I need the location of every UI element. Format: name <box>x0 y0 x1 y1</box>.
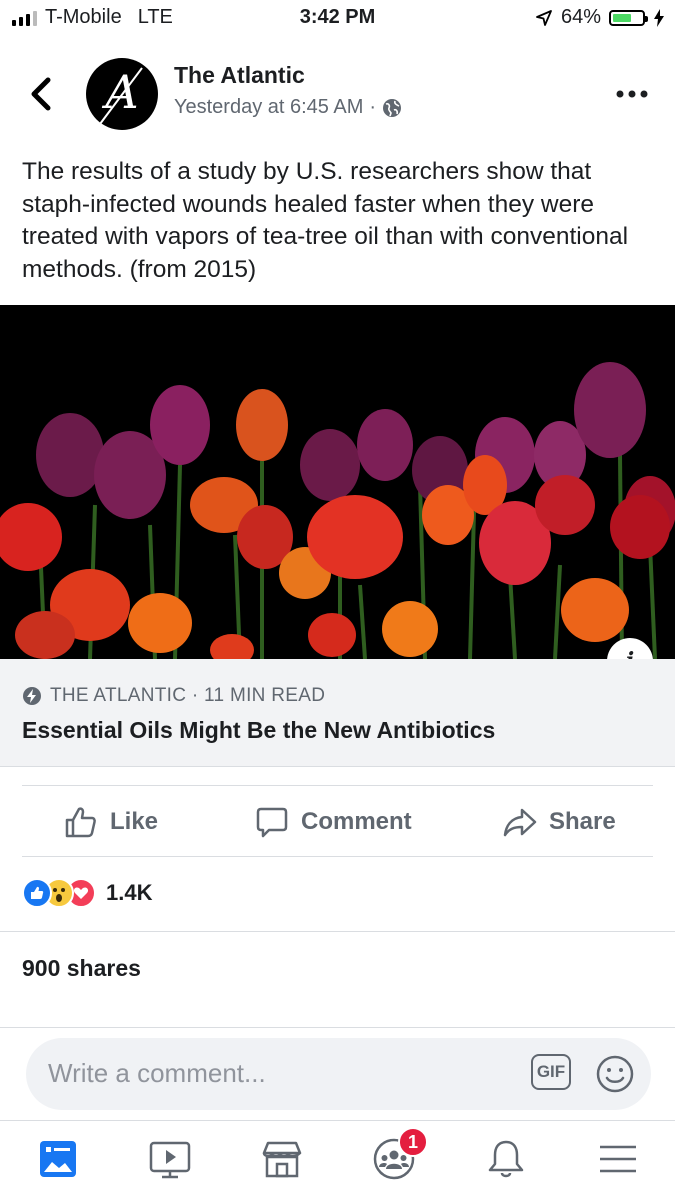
news-feed-icon <box>40 1141 76 1177</box>
menu-icon <box>600 1145 636 1173</box>
thumbs-up-icon <box>65 807 96 838</box>
like-button[interactable]: Like <box>64 800 158 844</box>
groups-notification-badge: 1 <box>398 1127 428 1157</box>
comment-bubble-icon <box>256 807 288 838</box>
instant-article-bolt-icon <box>23 687 41 705</box>
marketplace-icon <box>262 1141 302 1178</box>
tulips-photo <box>0 305 675 659</box>
svg-text:A: A <box>101 65 138 119</box>
reaction-count: 1.4K <box>106 880 153 905</box>
atlantic-logo-icon: A <box>99 65 143 125</box>
link-headline[interactable]: Essential Oils Might Be the New Antibiot… <box>22 717 495 744</box>
back-chevron-icon[interactable] <box>26 72 62 116</box>
comment-label: Comment <box>301 808 412 835</box>
status-bar: T-Mobile LTE 3:42 PM 64% <box>0 0 675 38</box>
post-text: The results of a study by U.S. researche… <box>22 158 629 283</box>
tab-groups[interactable]: 1 <box>370 1127 428 1183</box>
status-right: 64% <box>535 6 665 29</box>
link-source-text: THE ATLANTIC · 11 MIN READ <box>50 685 326 706</box>
tab-watch[interactable] <box>146 1135 194 1183</box>
page-name[interactable]: The Atlantic <box>174 62 305 89</box>
link-source: THE ATLANTIC · 11 MIN READ <box>22 685 325 707</box>
globe-icon <box>383 98 402 117</box>
more-options-icon[interactable] <box>615 84 649 104</box>
post-timestamp[interactable]: Yesterday at 6:45 AM <box>174 96 363 119</box>
location-arrow-icon <box>536 9 552 26</box>
watch-icon <box>149 1141 191 1179</box>
notifications-icon <box>488 1140 524 1178</box>
share-count[interactable]: 900 shares <box>22 955 141 982</box>
meta-separator: · <box>369 96 377 118</box>
page-avatar[interactable]: A <box>86 58 158 130</box>
comment-input[interactable]: Write a comment... GIF <box>26 1038 651 1110</box>
battery-icon <box>609 9 648 26</box>
tab-notifications[interactable] <box>482 1135 530 1183</box>
battery-percent: 64% <box>560 6 601 28</box>
comment-button[interactable]: Comment <box>255 800 412 844</box>
post-meta: Yesterday at 6:45 AM · <box>174 96 402 119</box>
emoji-smiley-icon[interactable] <box>595 1054 635 1094</box>
reactions-summary[interactable]: 1.4K <box>22 878 152 908</box>
tab-menu[interactable] <box>594 1135 642 1183</box>
tab-marketplace[interactable] <box>258 1135 306 1183</box>
post-image[interactable] <box>0 305 675 659</box>
link-preview-card[interactable]: THE ATLANTIC · 11 MIN READ Essential Oil… <box>0 659 675 767</box>
divider-reactions <box>0 931 675 932</box>
divider-actions <box>22 856 653 857</box>
share-label: Share <box>549 808 616 835</box>
comment-placeholder: Write a comment... <box>48 1058 266 1088</box>
gif-button[interactable]: GIF <box>531 1054 571 1090</box>
share-arrow-icon <box>503 808 537 837</box>
charging-bolt-icon <box>654 8 664 27</box>
tab-news-feed[interactable] <box>34 1135 82 1183</box>
like-label: Like <box>110 808 159 835</box>
bottom-tab-bar: 1 <box>0 1120 675 1201</box>
like-reaction-icon <box>22 878 52 908</box>
share-button[interactable]: Share <box>503 800 616 844</box>
divider-shares <box>0 1027 675 1028</box>
divider-top <box>22 785 653 786</box>
